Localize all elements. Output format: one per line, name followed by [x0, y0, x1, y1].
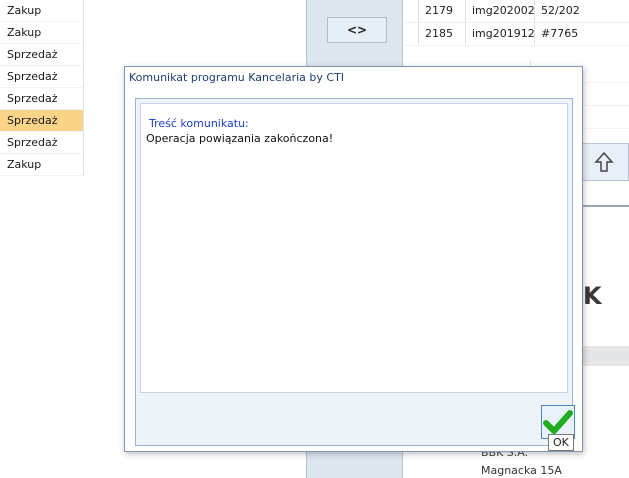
row-marker	[405, 23, 419, 45]
preview-address-line: Magnacka 15A	[481, 464, 562, 477]
type-row[interactable]: Sprzedaż	[0, 44, 84, 66]
table-row[interactable]: 2185 img20191231_1... #7765	[405, 23, 629, 46]
type-row[interactable]: Zakup	[0, 22, 84, 44]
move-up-button[interactable]	[578, 143, 629, 181]
preview-letter: K	[583, 282, 602, 310]
message-dialog: Komunikat programu Kancelaria by CTI Tre…	[124, 66, 583, 452]
cell-file: img20200203_1...	[466, 0, 535, 22]
message-label: Treść komunikatu:	[149, 117, 249, 130]
arrow-up-icon	[593, 151, 614, 172]
type-row[interactable]: Zakup	[0, 154, 84, 176]
type-row[interactable]: Sprzedaż	[0, 88, 84, 110]
dialog-title[interactable]: Komunikat programu Kancelaria by CTI	[125, 67, 582, 89]
cell-id: 2185	[419, 23, 466, 45]
type-row[interactable]: Zakup	[0, 0, 84, 22]
documents-table: 2179 img20200203_1... 52/202 2185 img201…	[405, 0, 629, 46]
cell-file: img20191231_1...	[466, 23, 535, 45]
preview-divider	[580, 205, 629, 207]
message-area[interactable]: Treść komunikatu: Operacja powiązania za…	[140, 103, 568, 393]
transaction-type-list: Zakup Zakup Sprzedaż Sprzedaż Sprzedaż S…	[0, 0, 84, 176]
swap-link-button[interactable]: <>	[327, 17, 387, 43]
table-row[interactable]: 2179 img20200203_1... 52/202	[405, 0, 629, 23]
preview-bar	[580, 346, 629, 366]
cell-id: 2179	[419, 0, 466, 22]
message-text: Operacja powiązania zakończona!	[146, 132, 334, 145]
ok-tooltip: OK	[548, 434, 574, 451]
type-row-selected[interactable]: Sprzedaż	[0, 110, 84, 132]
cell-number: #7765	[541, 27, 579, 40]
cell-number: 52/202	[541, 4, 580, 17]
dialog-body: Treść komunikatu: Operacja powiązania za…	[135, 98, 575, 446]
row-marker	[405, 0, 419, 22]
type-row[interactable]: Sprzedaż	[0, 132, 84, 154]
type-row[interactable]: Sprzedaż	[0, 66, 84, 88]
